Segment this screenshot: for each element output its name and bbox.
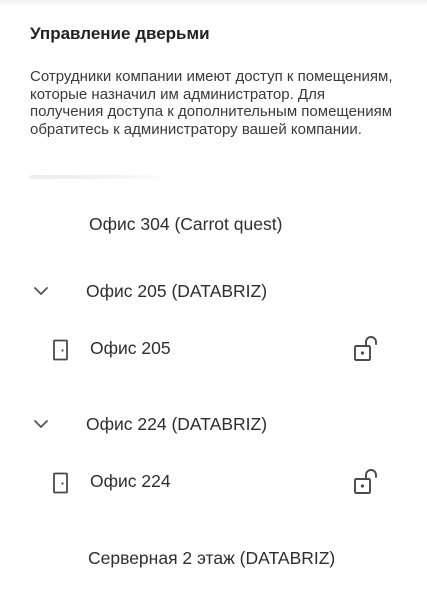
- room-group-office-205[interactable]: Офис 205 (DATABRIZ): [0, 272, 427, 312]
- chevron-down-icon[interactable]: [33, 418, 49, 430]
- room-item-server-room[interactable]: Серверная 2 этаж (DATABRIZ): [0, 539, 427, 579]
- room-group-label: Офис 205 (DATABRIZ): [86, 281, 268, 301]
- door-label: Офис 205: [90, 338, 171, 358]
- room-group-label: Офис 224 (DATABRIZ): [86, 414, 268, 434]
- door-label: Офис 224: [90, 471, 171, 491]
- room-label: Офис 304 (Carrot quest): [89, 214, 283, 234]
- room-group-office-224[interactable]: Офис 224 (DATABRIZ): [0, 405, 427, 445]
- unlocked-padlock-icon[interactable]: [352, 335, 382, 363]
- access-description: Сотрудники компании имеют доступ к помещ…: [30, 68, 393, 138]
- unlocked-padlock-icon[interactable]: [352, 468, 382, 496]
- door-item-office-224[interactable]: Офис 224: [0, 462, 427, 502]
- room-label: Серверная 2 этаж (DATABRIZ): [88, 548, 336, 568]
- top-edge: [0, 0, 427, 6]
- page-title: Управление дверьми: [30, 24, 210, 43]
- room-item-office-304[interactable]: Офис 304 (Carrot quest): [0, 205, 427, 245]
- faded-divider: [30, 175, 170, 179]
- door-icon: [53, 339, 68, 361]
- door-icon: [53, 472, 68, 494]
- chevron-down-icon[interactable]: [33, 285, 49, 297]
- door-item-office-205[interactable]: Офис 205: [0, 329, 427, 369]
